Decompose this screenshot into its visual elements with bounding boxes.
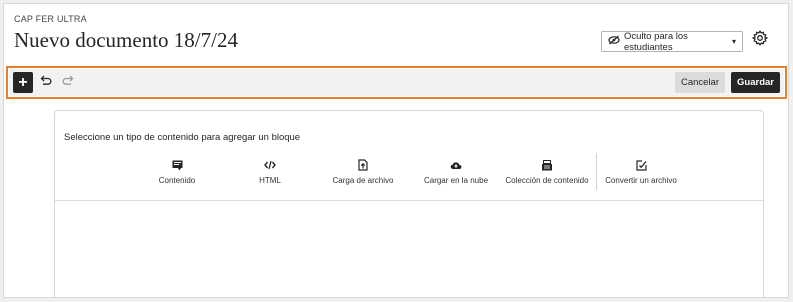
content-type-prompt: Seleccione un tipo de contenido para agr… <box>64 132 301 143</box>
redo-icon <box>62 73 74 91</box>
content-type-cloud-upload[interactable]: Cargar en la nube <box>411 159 501 189</box>
settings-gear-button[interactable] <box>751 29 769 51</box>
document-editor: CAP FER ULTRA Nuevo documento 18/7/24 Oc… <box>3 3 789 298</box>
content-type-label: Colección de contenido <box>505 176 589 185</box>
content-type-file-upload[interactable]: Carga de archivo <box>318 159 408 189</box>
file-upload-icon <box>358 159 368 171</box>
visibility-label: Oculto para los estudiantes <box>624 30 688 53</box>
content-type-label: Cargar en la nube <box>423 176 489 185</box>
toolbar-background: + Cancelar Guardar <box>9 69 784 96</box>
undo-icon <box>40 73 52 91</box>
convert-file-icon <box>635 159 647 171</box>
redo-button[interactable] <box>61 74 75 90</box>
visibility-dropdown[interactable]: Oculto para los estudiantes ▾ <box>601 30 743 53</box>
gear-icon <box>751 29 769 51</box>
content-type-label: Convertir un archivo <box>605 176 677 185</box>
content-type-convert-file[interactable]: Convertir un archivo <box>596 159 686 189</box>
document-title[interactable]: Nuevo documento 18/7/24 <box>14 28 238 53</box>
editor-toolbar: + Cancelar Guardar <box>6 66 787 99</box>
content-type-label: HTML <box>259 176 281 185</box>
eye-slash-icon <box>608 35 620 48</box>
cancel-button[interactable]: Cancelar <box>675 72 725 93</box>
content-type-html[interactable]: HTML <box>225 159 315 189</box>
save-button[interactable]: Guardar <box>731 72 780 93</box>
content-type-contenido[interactable]: Contenido <box>132 159 222 189</box>
text-block-icon <box>172 159 183 171</box>
content-type-label: Contenido <box>158 176 196 185</box>
code-icon <box>264 159 276 171</box>
add-block-button[interactable]: + <box>13 72 33 93</box>
undo-button[interactable] <box>39 74 53 90</box>
cloud-upload-icon <box>450 159 462 171</box>
add-content-block: Seleccione un tipo de contenido para agr… <box>54 110 764 297</box>
page-header: CAP FER ULTRA Nuevo documento 18/7/24 Oc… <box>4 4 788 66</box>
content-type-label: Carga de archivo <box>332 176 394 185</box>
section-divider <box>55 200 763 201</box>
content-type-content-collection[interactable]: Colección de contenido <box>502 159 592 189</box>
content-collection-icon <box>541 159 553 171</box>
chevron-down-icon: ▾ <box>731 37 736 46</box>
course-name: CAP FER ULTRA <box>14 14 87 24</box>
